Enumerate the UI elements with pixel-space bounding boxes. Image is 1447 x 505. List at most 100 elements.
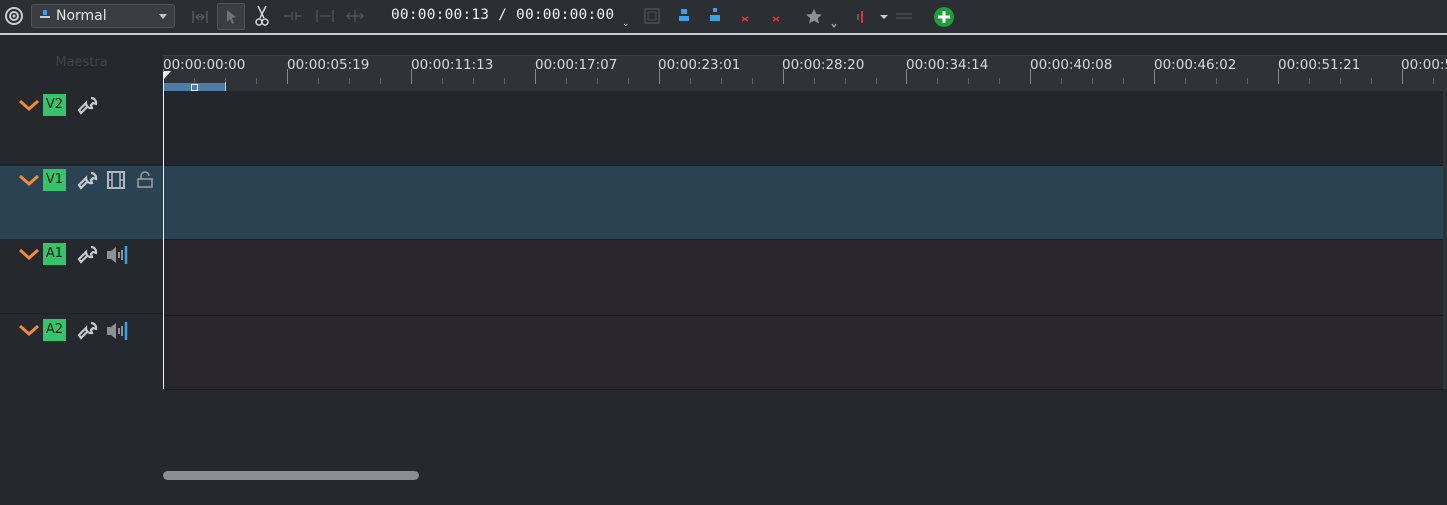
ruler-major-tick [1154,69,1155,84]
ruler-minor-tick [566,78,567,84]
lock-icon[interactable] [135,170,155,194]
track-lane-v1[interactable] [163,166,1443,239]
timeline-ruler[interactable]: 00:00:00:00 00:00:05:19 00:00:11:13 00:0… [163,55,1447,91]
ruler-minor-tick [690,78,691,84]
track-lane-a2[interactable] [163,316,1443,389]
track-name[interactable]: V1 [43,169,66,191]
audio-icon[interactable] [852,6,892,28]
ruler-minor-tick [442,78,443,84]
ruler-minor-tick [1061,78,1062,84]
ruler-label: 00:00:5 [1401,57,1447,73]
ruler-minor-tick [752,78,753,84]
track-name[interactable]: V2 [43,94,66,116]
vertical-scrollbar[interactable] [1443,91,1447,389]
divider [0,164,163,165]
divider [163,165,1443,166]
chevron-down-icon [159,14,167,19]
ruler-minor-tick [1340,78,1341,84]
ripple-icon[interactable] [281,6,305,26]
ruler-minor-tick [597,78,598,84]
zone-end-marker[interactable] [225,82,226,91]
zone-handle[interactable] [191,84,198,91]
track-name[interactable]: A1 [43,243,66,265]
overwrite-icon[interactable] [705,5,725,27]
razor-tool-icon[interactable] [251,4,273,28]
ruler-minor-tick [1309,78,1310,84]
divider [163,239,1443,240]
ruler-minor-tick [937,78,938,84]
mode-icon [40,8,50,24]
ruler-major-tick [287,69,288,84]
ruler-minor-tick [1433,78,1434,84]
ruler-minor-tick [876,78,877,84]
chevron-down-icon[interactable] [18,246,40,265]
rolling-icon[interactable] [313,6,337,26]
horizontal-scrollbar-handle[interactable] [163,471,419,480]
ruler-minor-tick [628,78,629,84]
ruler-minor-tick [380,78,381,84]
ruler-minor-tick [349,78,350,84]
ruler-minor-tick [473,78,474,84]
track-header-a1[interactable]: A1 [0,240,163,314]
lift-icon[interactable] [736,8,754,26]
ruler-minor-tick [845,78,846,84]
edit-mode-value: Normal [56,8,107,24]
insert-icon[interactable] [674,5,694,27]
timecode-display[interactable]: 00:00:00:13 / 00:00:00:00 [391,7,614,23]
wrench-icon[interactable] [77,320,99,346]
empty-timeline-area[interactable] [163,390,1447,505]
ruler-label: 00:00:34:14 [906,57,989,73]
ruler-minor-tick [1123,78,1124,84]
track-header-a2[interactable]: A2 [0,316,163,390]
wrench-icon[interactable] [77,95,99,121]
timeline-toolbar: Normal 00:00:00:13 / 00:00:00:00 ⌄ [0,0,1447,35]
ruler-minor-tick [1185,78,1186,84]
ruler-label: 00:00:05:19 [287,57,370,73]
ruler-major-tick [1030,69,1031,84]
track-header-v2[interactable]: V2 [0,91,163,165]
ruler-minor-tick [1216,78,1217,84]
ruler-minor-tick [968,78,969,84]
ruler-major-tick [535,69,536,84]
ruler-major-tick [783,69,784,84]
extract-icon[interactable] [767,8,785,26]
ruler-minor-tick [1247,78,1248,84]
track-header-v1[interactable]: V1 [0,166,163,240]
ruler-major-tick [411,69,412,84]
ruler-label: 00:00:17:07 [535,57,618,73]
edit-mode-dropdown[interactable]: Normal [31,4,175,28]
ruler-major-tick [906,69,907,84]
wrench-icon[interactable] [77,244,99,270]
ruler-minor-tick [256,78,257,84]
add-track-icon[interactable] [932,5,955,28]
ruler-minor-tick [504,78,505,84]
slip-icon[interactable] [343,6,367,26]
film-icon[interactable] [106,170,126,194]
track-lane-v2[interactable] [163,91,1443,165]
playhead-marker[interactable] [164,71,171,79]
speaker-icon[interactable] [106,320,130,346]
chevron-down-icon[interactable] [18,97,40,116]
master-label[interactable]: Maestra [0,55,163,70]
wrench-icon[interactable] [77,170,99,196]
timeline-settings-icon[interactable] [3,5,25,27]
ruler-major-tick [659,69,660,84]
selection-tool-icon[interactable] [217,3,245,30]
ruler-minor-tick [1371,78,1372,84]
chevron-down-icon[interactable] [18,322,40,341]
zoom-icon[interactable] [894,9,914,23]
divider [0,313,163,314]
chevron-down-icon[interactable] [18,172,40,191]
spacer-tool-icon[interactable] [189,6,211,28]
ruler-label: 00:00:23:01 [658,57,741,73]
playhead[interactable] [163,72,164,389]
chevron-down-icon[interactable]: ⌄ [622,19,630,29]
ruler-label: 00:00:28:20 [782,57,865,73]
track-lane-a1[interactable] [163,240,1443,315]
snap-icon[interactable] [642,6,662,26]
ruler-minor-tick [814,78,815,84]
speaker-icon[interactable] [106,244,130,270]
favorite-icon[interactable] [803,5,837,29]
ruler-major-tick [1402,69,1403,84]
track-name[interactable]: A2 [43,319,66,341]
